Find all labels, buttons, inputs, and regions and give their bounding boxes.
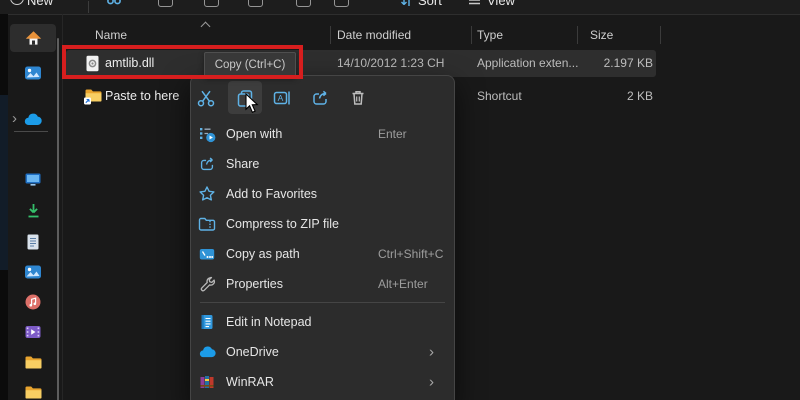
command-toolbar: New Sort View (0, 0, 800, 15)
file-size: 2.197 KB (603, 56, 653, 70)
onedrive-expand-chevron-icon[interactable]: › (12, 111, 17, 127)
rename-icon: A (273, 91, 290, 104)
cut-icon[interactable] (106, 0, 122, 12)
zip-folder-icon (197, 214, 217, 234)
music-icon (25, 294, 41, 310)
submenu-chevron-icon: › (429, 343, 434, 361)
sidebar-item-downloads[interactable] (10, 196, 56, 224)
toolbar-divider (88, 1, 89, 13)
share-icon (197, 154, 217, 174)
new-button[interactable]: New (27, 0, 53, 8)
menu-divider (191, 299, 454, 307)
share-icon (313, 90, 327, 105)
column-divider[interactable] (471, 26, 472, 44)
sidebar-item-pictures[interactable] (10, 258, 56, 286)
cut-icon (197, 90, 215, 106)
home-icon (25, 30, 41, 45)
properties-wrench-icon (197, 274, 217, 294)
rename-button[interactable]: A (265, 81, 299, 114)
column-divider[interactable] (330, 26, 331, 44)
context-menu-quick-actions: A (191, 76, 454, 119)
sidebar-item-videos[interactable] (10, 318, 56, 346)
view-button[interactable]: View (487, 0, 515, 8)
winrar-icon (197, 372, 217, 392)
delete-icon (352, 90, 364, 105)
submenu-chevron-icon: › (429, 373, 434, 391)
cut-button[interactable] (189, 81, 223, 114)
file-size: 2 KB (626, 89, 653, 103)
menu-item-copy-as-path[interactable]: Copy as path Ctrl+Shift+C (191, 239, 454, 269)
menu-item-share[interactable]: Share (191, 149, 454, 179)
new-plus-icon (10, 0, 24, 5)
context-menu: A Open with Enter Share Add to Favorites… (190, 75, 455, 400)
menu-item-open-with[interactable]: Open with Enter (191, 119, 454, 149)
column-header-type[interactable]: Type (477, 26, 503, 44)
shortcut-folder-icon (84, 89, 102, 105)
file-date-modified: 14/10/2012 1:23 CH (337, 56, 445, 70)
sidebar-item-documents[interactable] (10, 228, 56, 256)
pictures-icon (25, 265, 41, 279)
menu-item-winrar[interactable]: WinRAR › (191, 367, 454, 397)
sidebar-item-desktop[interactable] (10, 165, 56, 193)
view-icon (469, 0, 480, 5)
mouse-cursor-icon (245, 93, 259, 114)
share-button[interactable] (303, 81, 337, 114)
delete-button[interactable] (341, 81, 375, 114)
share-icon[interactable] (248, 0, 263, 7)
svg-text:A: A (278, 93, 284, 103)
sidebar-item-folder[interactable] (10, 378, 56, 400)
notepad-icon (197, 312, 217, 332)
column-divider[interactable] (577, 26, 578, 44)
sort-button[interactable]: Sort (418, 0, 442, 8)
rename-icon[interactable] (204, 0, 219, 7)
file-type: Shortcut (477, 89, 522, 103)
copy-as-path-icon (197, 244, 217, 264)
more-icon[interactable] (334, 0, 349, 7)
window-edge-tint (0, 95, 8, 270)
sort-ascending-icon (200, 21, 211, 32)
column-header-size[interactable]: Size (590, 26, 613, 44)
sidebar-item-music[interactable] (10, 288, 56, 316)
folder-icon (25, 386, 41, 399)
column-header-date-modified[interactable]: Date modified (337, 26, 411, 44)
star-icon (197, 184, 217, 204)
delete-icon[interactable] (296, 0, 311, 7)
videos-icon (25, 326, 41, 338)
red-annotation-rectangle (62, 45, 303, 79)
sidebar-item-gallery[interactable] (10, 59, 56, 87)
sort-icon (401, 0, 410, 6)
sidebar-item-folder[interactable] (10, 348, 56, 376)
menu-item-properties[interactable]: Properties Alt+Enter (191, 269, 454, 299)
desktop-icon (25, 173, 41, 186)
downloads-icon (28, 203, 38, 217)
menu-item-onedrive[interactable]: OneDrive › (191, 337, 454, 367)
sidebar-scrollbar[interactable] (57, 38, 59, 400)
sidebar-item-home[interactable] (10, 24, 56, 52)
copy-icon[interactable] (158, 0, 173, 7)
context-menu-items: Open with Enter Share Add to Favorites C… (191, 119, 454, 397)
menu-item-edit-in-notepad[interactable]: Edit in Notepad (191, 307, 454, 337)
open-with-icon (197, 124, 217, 144)
file-name[interactable]: Paste to here (105, 83, 179, 110)
menu-item-compress-to-zip[interactable]: Compress to ZIP file (191, 209, 454, 239)
onedrive-cloud-icon (197, 342, 217, 362)
gallery-icon (25, 66, 41, 80)
column-divider[interactable] (660, 26, 661, 44)
onedrive-cloud-icon (24, 113, 42, 125)
folder-icon (25, 356, 41, 369)
file-explorer-window: New Sort View › Name Date modified Type … (0, 0, 800, 400)
sidebar-divider (14, 131, 48, 132)
menu-item-add-to-favorites[interactable]: Add to Favorites (191, 179, 454, 209)
documents-icon (27, 234, 39, 250)
column-header-name[interactable]: Name (95, 26, 127, 44)
navigation-pane: › (8, 14, 62, 400)
